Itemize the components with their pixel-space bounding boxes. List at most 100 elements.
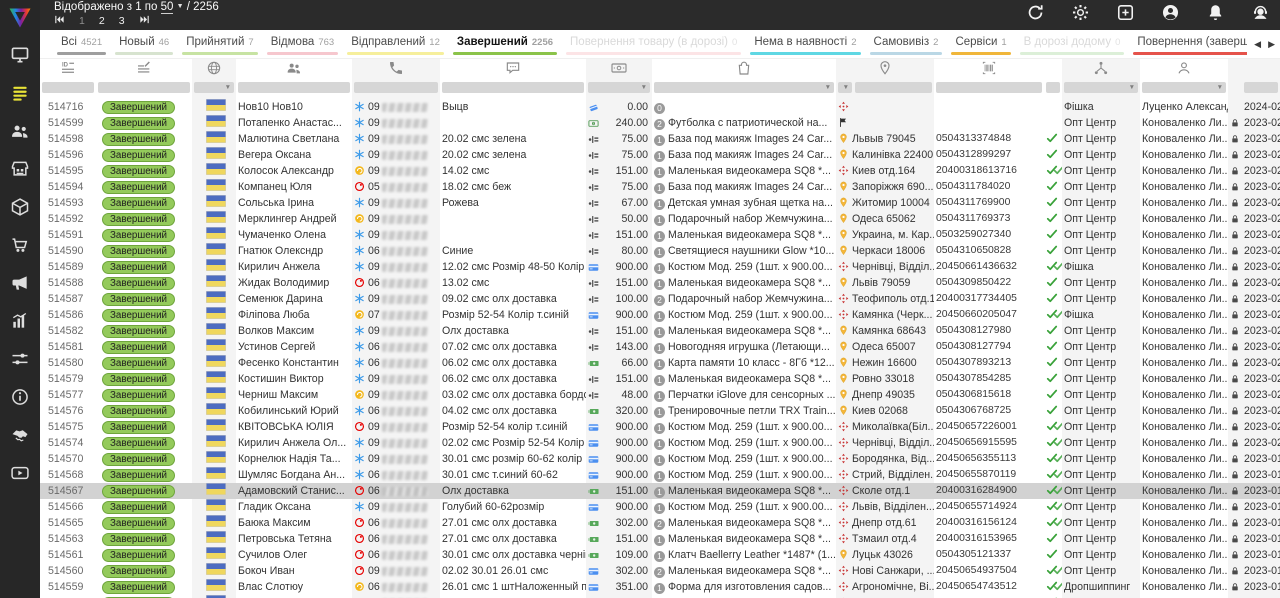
- column-header-product[interactable]: [652, 59, 836, 81]
- column-header-location[interactable]: [836, 59, 934, 81]
- order-row[interactable]: 514591 Завершений Чумаченко Олена 09 151…: [40, 227, 1280, 243]
- filter-input-money[interactable]: ▼: [588, 82, 650, 93]
- order-row[interactable]: 514589 Завершений Кирилич Анжела 09 12.0…: [40, 259, 1280, 275]
- order-row[interactable]: 514598 Завершений Малютина Светлана 09 2…: [40, 131, 1280, 147]
- page-1-button[interactable]: 1: [79, 15, 85, 27]
- order-row[interactable]: 514559 Завершений Влас Слотюу 06 26.01 с…: [40, 579, 1280, 595]
- order-row[interactable]: 514568 Завершений Шумляс Богдана Ан... 0…: [40, 467, 1280, 483]
- gear-button[interactable]: [1071, 3, 1090, 27]
- filter-input-status[interactable]: [98, 82, 190, 93]
- column-header-source[interactable]: [1062, 59, 1140, 81]
- column-header-phone[interactable]: [352, 59, 440, 81]
- column-header-name[interactable]: [236, 59, 352, 81]
- order-row[interactable]: 514586 Завершений Філіпова Люба 07 Розмі…: [40, 307, 1280, 323]
- order-row[interactable]: 514575 Завершений КВІТОВСЬКА ЮЛІЯ 09 Роз…: [40, 419, 1280, 435]
- status-tab-7[interactable]: Нема в наявності 2: [747, 30, 863, 58]
- account-button[interactable]: [1161, 3, 1180, 27]
- sidebar-item-handshake[interactable]: [0, 416, 40, 454]
- filter-input-location[interactable]: [855, 82, 932, 93]
- sidebar-item-box[interactable]: [0, 188, 40, 226]
- order-row[interactable]: 514594 Завершений Компанец Юля 05 18.02 …: [40, 179, 1280, 195]
- filter-input-date[interactable]: [1244, 82, 1278, 93]
- order-row[interactable]: 514596 Завершений Вегера Оксана 09 20.02…: [40, 147, 1280, 163]
- sidebar-item-monitor[interactable]: [0, 36, 40, 74]
- status-tab-8[interactable]: Самовивіз 2: [867, 30, 946, 58]
- filter-input-source[interactable]: ▼: [1064, 82, 1138, 93]
- order-row[interactable]: 514577 Завершений Черниш Максим 09 03.02…: [40, 387, 1280, 403]
- status-tab-9[interactable]: Сервіси 1: [948, 30, 1013, 58]
- column-header-date[interactable]: [1242, 59, 1280, 81]
- add-box-button[interactable]: [1116, 3, 1135, 27]
- per-page-select[interactable]: 50: [161, 1, 174, 14]
- status-tab-3[interactable]: Відмова 763: [264, 30, 341, 58]
- status-tab-1[interactable]: Новый 46: [112, 30, 176, 58]
- order-row[interactable]: 514593 Завершений Сольська Ірина 09 Роже…: [40, 195, 1280, 211]
- order-row[interactable]: 514590 Завершений Гнатюк Олексндр 06 Син…: [40, 243, 1280, 259]
- column-header-lock[interactable]: [1228, 59, 1242, 81]
- tabs-scroll-left-icon[interactable]: ◀: [1254, 39, 1261, 50]
- column-header-status[interactable]: [96, 59, 192, 81]
- status-tab-5[interactable]: Завершений 2256: [450, 30, 560, 58]
- filter-input-check[interactable]: [1046, 82, 1060, 93]
- column-header-id[interactable]: [40, 59, 96, 81]
- column-header-money[interactable]: [586, 59, 652, 81]
- page-2-button[interactable]: 2: [99, 15, 105, 27]
- refresh-button[interactable]: [1026, 3, 1045, 27]
- column-header-comment[interactable]: [440, 59, 586, 81]
- column-header-tracking[interactable]: [934, 59, 1044, 81]
- sidebar-item-cart[interactable]: [0, 226, 40, 264]
- tabs-scroll-right-icon[interactable]: ▶: [1268, 39, 1275, 50]
- support-headset-button[interactable]: [1251, 3, 1270, 27]
- filter-dropdown-icon[interactable]: ▼: [1217, 82, 1223, 93]
- order-row[interactable]: 514579 Завершений Костишин Виктор 09 06.…: [40, 371, 1280, 387]
- filter-input-tracking[interactable]: [936, 82, 1042, 93]
- sidebar-item-people[interactable]: [0, 112, 40, 150]
- status-tab-2[interactable]: Прийнятий 7: [179, 30, 261, 58]
- order-row[interactable]: 514566 Завершений Гладик Оксана 09 Голуб…: [40, 499, 1280, 515]
- order-row[interactable]: 514587 Завершений Семенюк Дарина 09 09.0…: [40, 291, 1280, 307]
- order-row[interactable]: 514563 Завершений Петровська Тетяна 06 2…: [40, 531, 1280, 547]
- order-row[interactable]: 514595 Завершений Колосок Александр 09 1…: [40, 163, 1280, 179]
- page-3-button[interactable]: 3: [119, 15, 125, 27]
- bell-button[interactable]: [1206, 3, 1225, 27]
- column-header-check[interactable]: [1044, 59, 1062, 81]
- filter-dropdown-icon[interactable]: ▼: [825, 82, 831, 93]
- filter-dropdown-icon[interactable]: ▼: [1129, 82, 1135, 93]
- order-row[interactable]: 514582 Завершений Волков Максим 09 Олх д…: [40, 323, 1280, 339]
- filter-dropdown-icon[interactable]: ▼: [225, 82, 231, 93]
- sidebar-item-info[interactable]: [0, 378, 40, 416]
- first-page-button[interactable]: [54, 12, 65, 30]
- column-header-flag[interactable]: [192, 59, 236, 81]
- order-row[interactable]: 514565 Завершений Баюка Максим 06 27.01 …: [40, 515, 1280, 531]
- sidebar-item-chart[interactable]: [0, 302, 40, 340]
- filter-dropdown-icon[interactable]: ▼: [641, 82, 647, 93]
- filter-input-product[interactable]: ▼: [654, 82, 834, 93]
- order-row[interactable]: 514570 Завершений Корнелюк Надія Та... 0…: [40, 451, 1280, 467]
- status-tab-6[interactable]: Повернення товару (в дорозі) 0: [563, 30, 744, 58]
- status-tab-4[interactable]: Відправлений 12: [344, 30, 447, 58]
- status-tab-0[interactable]: Всі 4521: [54, 30, 109, 58]
- sidebar-item-sliders[interactable]: [0, 340, 40, 378]
- filter-input-flag[interactable]: ▼: [194, 82, 234, 93]
- column-header-manager[interactable]: [1140, 59, 1228, 81]
- app-logo[interactable]: [0, 0, 40, 36]
- order-row[interactable]: 514576 Завершений Кобилинський Юрий 06 0…: [40, 403, 1280, 419]
- order-row[interactable]: 514592 Завершений Мерклингер Андрей 09 5…: [40, 211, 1280, 227]
- filter-input-id[interactable]: [42, 82, 94, 93]
- order-row[interactable]: 514716 Завершений Нов10 Нов10 09 Выцв 0.…: [40, 99, 1280, 115]
- filter-input-comment[interactable]: [442, 82, 584, 93]
- sidebar-item-list[interactable]: [0, 74, 40, 112]
- order-row[interactable]: 514574 Завершений Кирилич Анжела Ол... 0…: [40, 435, 1280, 451]
- status-tab-10[interactable]: В дорозі додому 0: [1017, 30, 1128, 58]
- order-row[interactable]: 514561 Завершений Сучилов Олег 06 30.01 …: [40, 547, 1280, 563]
- sidebar-item-video[interactable]: [0, 454, 40, 492]
- filter-input-manager[interactable]: ▼: [1142, 82, 1226, 93]
- order-row[interactable]: 514567 Завершений Адамовский Станис... 0…: [40, 483, 1280, 499]
- last-page-button[interactable]: [139, 12, 150, 30]
- sidebar-item-megaphone[interactable]: [0, 264, 40, 302]
- filter-dropdown-location[interactable]: ▼: [838, 82, 852, 93]
- filter-input-phone[interactable]: [354, 82, 438, 93]
- order-row[interactable]: 514581 Завершений Устинов Сергей 06 07.0…: [40, 339, 1280, 355]
- order-row[interactable]: 514560 Завершений Бокоч Иван 09 02.02 30…: [40, 563, 1280, 579]
- order-row[interactable]: 514588 Завершений Жидак Володимир 06 13.…: [40, 275, 1280, 291]
